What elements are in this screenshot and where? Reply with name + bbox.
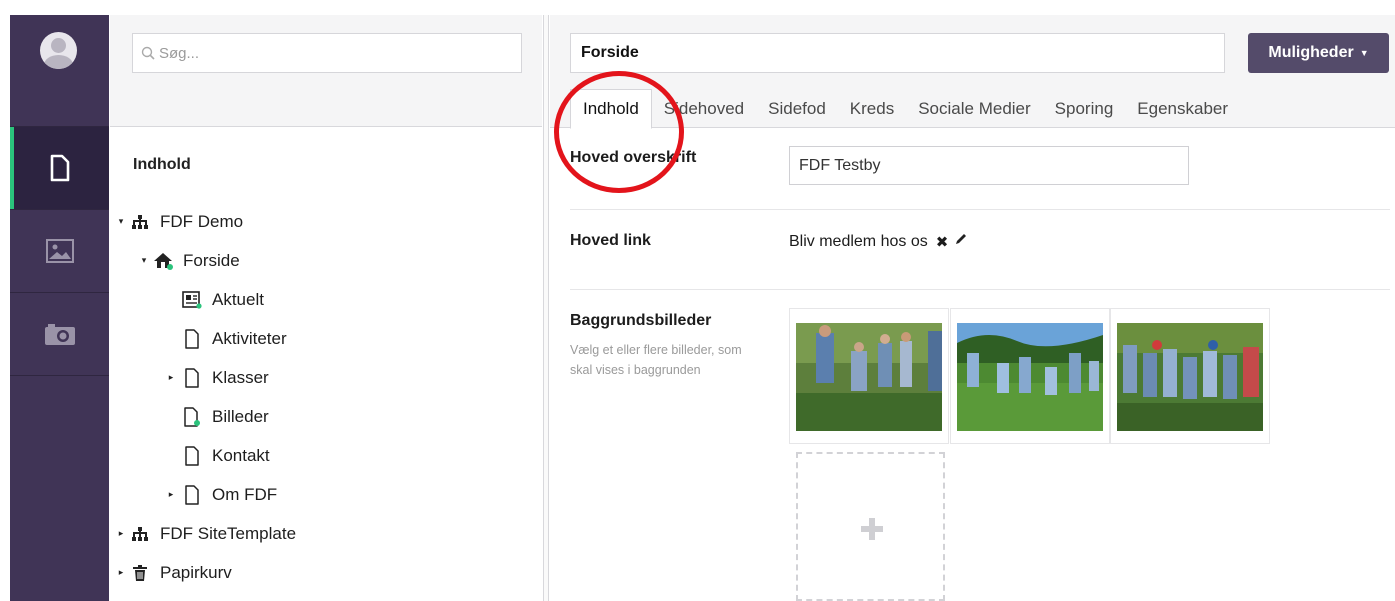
document-icon xyxy=(182,367,202,388)
tree-node-fdf-demo[interactable]: ▾ FDF Demo xyxy=(110,202,542,241)
tree-node-label: Kontakt xyxy=(212,445,270,465)
caret-right-icon[interactable]: ▸ xyxy=(166,372,176,383)
tree-node-klasser[interactable]: ▸ Klasser xyxy=(110,358,542,397)
photo-image xyxy=(1117,323,1263,431)
tab-indhold[interactable]: Indhold xyxy=(570,89,652,129)
search-box[interactable] xyxy=(132,33,522,73)
tree-node-om-fdf[interactable]: ▸ Om FDF xyxy=(110,475,542,514)
content-tree-panel: Indhold ▾ FDF Demo ▾ Forside xyxy=(110,15,542,601)
options-button-label: Muligheder xyxy=(1268,44,1354,61)
tree-node-papirkurv[interactable]: ▸ Papirkurv xyxy=(110,553,542,592)
content-editor: Muligheder ▼ Indhold Sidehoved Sidefod K… xyxy=(550,15,1395,601)
background-images-description: Vælg et eller flere billeder, som skal v… xyxy=(570,343,742,377)
media-thumbnail[interactable] xyxy=(789,308,949,444)
tree-node-label: Om FDF xyxy=(212,484,278,504)
link-picker: Bliv medlem hos os ✖ xyxy=(789,232,968,251)
trash-icon xyxy=(130,563,150,583)
link-label: Hoved link xyxy=(570,232,651,249)
tab-egenskaber[interactable]: Egenskaber xyxy=(1125,89,1240,128)
section-rail xyxy=(10,15,109,601)
add-media-button[interactable] xyxy=(796,452,945,601)
section-camera[interactable] xyxy=(10,293,109,376)
media-thumbnail[interactable] xyxy=(1110,308,1270,444)
headline-input[interactable] xyxy=(789,146,1189,185)
tree-node-label: Billeder xyxy=(212,406,269,426)
tree-node-billeder[interactable]: Billeder xyxy=(110,397,542,436)
tab-sporing[interactable]: Sporing xyxy=(1043,89,1126,128)
tree-node-label: Klasser xyxy=(212,367,269,387)
headline-label: Hoved overskrift xyxy=(570,149,697,166)
sitemap-icon xyxy=(130,524,150,544)
document-icon xyxy=(182,484,202,505)
tree-node-aktiviteter[interactable]: Aktiviteter xyxy=(110,319,542,358)
link-value[interactable]: Bliv medlem hos os xyxy=(789,233,928,251)
divider xyxy=(570,209,1390,210)
caret-right-icon[interactable]: ▸ xyxy=(166,489,176,500)
tree-node-fdf-sitetemplate[interactable]: ▸ FDF SiteTemplate xyxy=(110,514,542,553)
document-icon xyxy=(50,154,69,182)
tab-kreds[interactable]: Kreds xyxy=(838,89,906,128)
divider xyxy=(570,289,1390,290)
photo-image xyxy=(796,323,942,431)
document-icon xyxy=(182,328,202,349)
avatar[interactable] xyxy=(40,32,77,69)
tree-node-label: Aktuelt xyxy=(212,289,264,309)
photo-image xyxy=(957,323,1103,431)
tree-list: ▾ FDF Demo ▾ Forside Aktuelt Aktiviteter… xyxy=(110,202,542,592)
tab-sociale-medier[interactable]: Sociale Medier xyxy=(906,89,1042,128)
tree-node-label: Forside xyxy=(183,250,240,270)
tree-node-label: FDF SiteTemplate xyxy=(160,523,297,543)
tree-node-label: Aktiviteter xyxy=(212,328,287,348)
edit-icon[interactable] xyxy=(954,232,968,251)
caret-down-icon[interactable]: ▾ xyxy=(139,255,149,266)
media-thumbnail[interactable] xyxy=(950,308,1110,444)
tab-sidehoved[interactable]: Sidehoved xyxy=(652,89,756,128)
section-media[interactable] xyxy=(10,210,109,293)
tab-sidefod[interactable]: Sidefod xyxy=(756,89,838,128)
caret-right-icon[interactable]: ▸ xyxy=(116,567,126,578)
background-images-label: Baggrundsbilleder xyxy=(570,312,712,329)
search-input[interactable] xyxy=(159,44,499,62)
search-icon xyxy=(141,46,155,60)
editor-tabs: Indhold Sidehoved Sidefod Kreds Sociale … xyxy=(570,89,1240,129)
remove-icon[interactable]: ✖ xyxy=(936,233,949,251)
tree-header xyxy=(110,15,542,127)
options-button[interactable]: Muligheder ▼ xyxy=(1248,33,1389,73)
caret-down-icon[interactable]: ▾ xyxy=(116,216,126,227)
tree-node-label: Papirkurv xyxy=(160,562,232,582)
tree-node-forside[interactable]: ▾ Forside xyxy=(110,241,542,280)
node-name-input[interactable] xyxy=(570,33,1225,73)
section-content[interactable] xyxy=(10,127,109,210)
document-plus-icon xyxy=(182,406,202,427)
home-icon xyxy=(153,251,173,271)
tree-section-title: Indhold xyxy=(133,156,191,173)
umbraco-backoffice: Indhold ▾ FDF Demo ▾ Forside xyxy=(0,0,1395,601)
sitemap-icon xyxy=(130,212,150,232)
editor-header: Muligheder ▼ Indhold Sidehoved Sidefod K… xyxy=(550,15,1395,129)
tree-node-aktuelt[interactable]: Aktuelt xyxy=(110,280,542,319)
user-area xyxy=(10,15,109,127)
panel-splitter[interactable] xyxy=(543,15,549,601)
caret-right-icon[interactable]: ▸ xyxy=(116,528,126,539)
tree-node-label: FDF Demo xyxy=(160,211,244,231)
image-icon xyxy=(45,239,74,263)
newspaper-icon xyxy=(182,290,202,310)
camera-icon xyxy=(44,324,75,345)
caret-down-icon: ▼ xyxy=(1359,48,1369,58)
tree-node-kontakt[interactable]: Kontakt xyxy=(110,436,542,475)
document-icon xyxy=(182,445,202,466)
